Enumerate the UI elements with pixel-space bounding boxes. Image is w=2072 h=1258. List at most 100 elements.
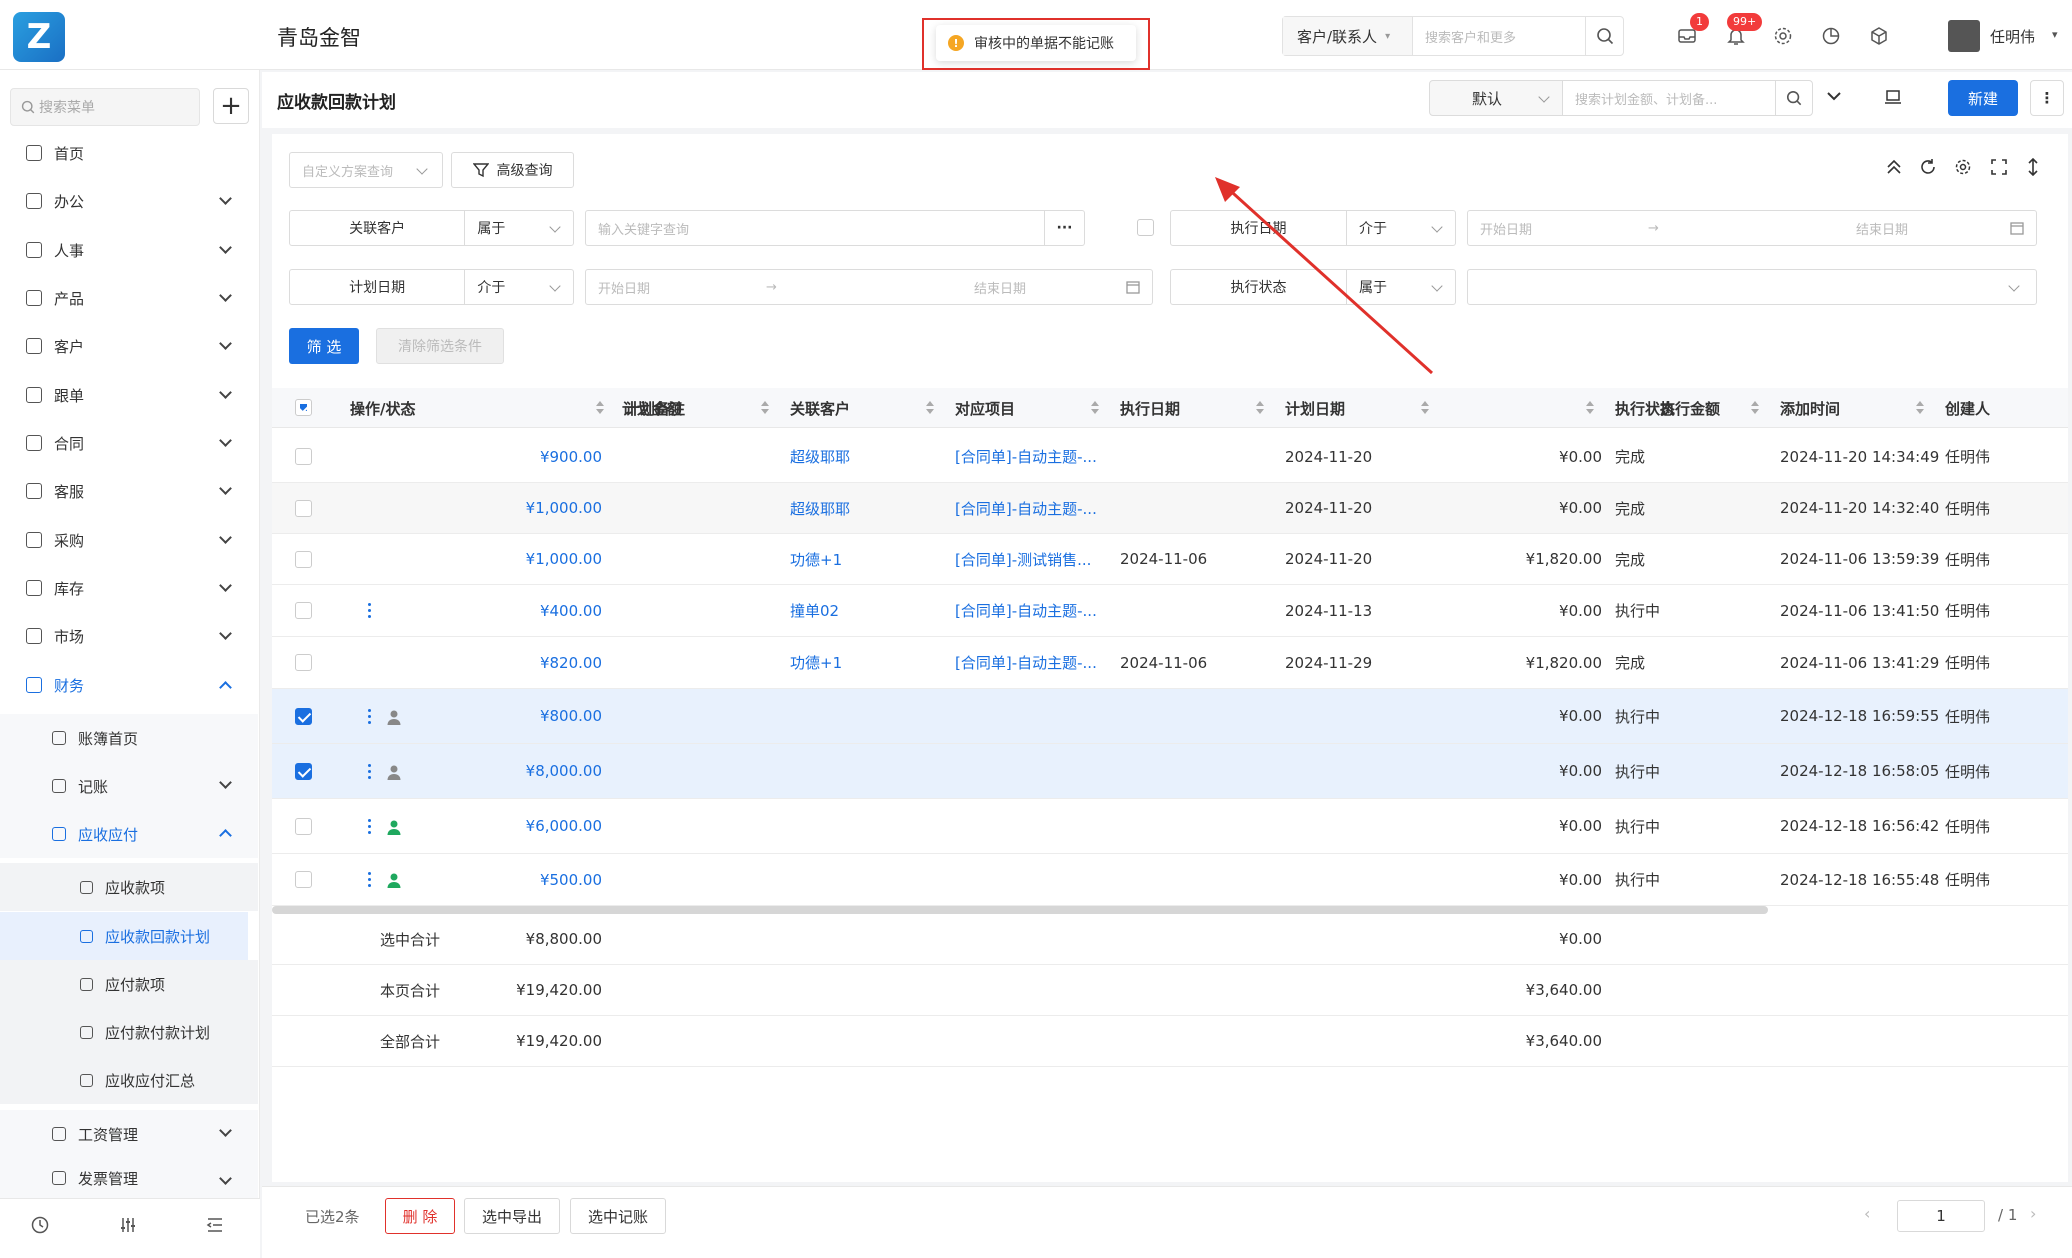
customer-keyword-input[interactable]: 输入关键字查询 ··· [585,210,1085,246]
row-actions-icon[interactable] [368,602,372,620]
col-plan-note[interactable]: 计划备注 [625,388,685,428]
custom-query-select[interactable]: 自定义方案查询 [289,152,443,188]
search-type-select[interactable]: 客户/联系人 ▾ [1283,17,1413,55]
cell-project[interactable] [955,799,1105,853]
print-icon[interactable] [1884,88,1902,106]
customer-op-select[interactable]: 属于 [465,211,573,245]
new-button[interactable]: 新建 [1948,80,2018,116]
row-checkbox[interactable] [295,762,312,780]
approver-icon[interactable] [386,709,402,725]
plan-date-op-select[interactable]: 介于 [465,270,573,304]
search-icon[interactable] [1775,80,1813,116]
cell-project[interactable]: [合同单]-自动主题-... [955,431,1105,482]
plan-date-range[interactable]: 开始日期 → 结束日期 [585,269,1153,305]
plan-search-input[interactable]: 搜索计划金额、计划备... [1562,80,1776,116]
cell-project[interactable]: [合同单]-自动主题-... [955,483,1105,533]
row-checkbox[interactable] [295,871,312,888]
row-checkbox[interactable] [295,817,312,835]
row-actions-icon[interactable] [368,818,372,836]
app-logo[interactable]: Z [13,12,65,62]
prev-page-icon[interactable]: ‹ [1864,1204,1870,1223]
sidebar-item-salary[interactable]: 工资管理 [0,1110,258,1158]
cell-project[interactable]: [合同单]-测试销售... [955,534,1105,584]
table-row[interactable]: ¥820.00 功德+1 [合同单]-自动主题-... 2024-11-06 2024-… [272,637,2068,689]
cell-project[interactable]: [合同单]-自动主题-... [955,585,1105,636]
sidebar-item-purchase[interactable]: 采购 [0,517,258,563]
sidebar-item-product[interactable]: 产品 [0,275,258,321]
cell-customer[interactable]: 功德+1 [790,534,940,584]
cell-amount[interactable]: ¥500.00 [452,854,602,905]
cell-amount[interactable]: ¥6,000.00 [452,799,602,853]
filter-button[interactable]: 筛 选 [289,328,359,364]
sidebar-item-market[interactable]: 市场 [0,613,258,659]
row-actions-icon[interactable] [368,871,372,889]
next-page-icon[interactable]: › [2030,1204,2036,1223]
customer-filter-checkbox[interactable] [1137,219,1154,236]
sidebar-item-customer[interactable]: 客户 [0,323,258,369]
clear-filter-button[interactable]: 清除筛选条件 [376,328,504,364]
delete-button[interactable]: 删 除 [385,1198,455,1234]
table-row[interactable]: ¥900.00 超级耶耶 [合同单]-自动主题-... 2024-11-20 ¥0.00… [272,431,2068,483]
cell-amount[interactable]: ¥820.00 [452,637,602,688]
sidebar-item-arap[interactable]: 应收应付 [0,810,258,858]
more-menu-button[interactable]: ⋮ [2030,80,2064,116]
row-actions-icon[interactable] [368,763,372,781]
column-height-icon[interactable] [2026,158,2040,176]
page-input[interactable]: 1 [1897,1200,1985,1232]
advanced-query-button[interactable]: 高级查询 [451,152,574,188]
approver-icon[interactable] [386,764,402,780]
sidebar-item-followup[interactable]: 跟单 [0,372,258,418]
global-search-input[interactable]: 搜索客户和更多 [1413,27,1585,46]
sidebar-item-service[interactable]: 客服 [0,468,258,514]
row-checkbox[interactable] [295,654,312,671]
chevron-down-icon[interactable]: ▾ [2052,28,2058,41]
history-icon[interactable] [30,1215,50,1235]
row-actions-icon[interactable] [368,708,372,726]
cell-project[interactable]: [合同单]-自动主题-... [955,637,1105,688]
table-row[interactable]: ¥1,000.00 超级耶耶 [合同单]-自动主题-... 2024-11-20 ¥0.… [272,483,2068,534]
sidebar-item-office[interactable]: 办公 [0,178,258,224]
sidebar-item-receivables[interactable]: 应收款项 [0,863,258,911]
sidebar-item-payable-plan[interactable]: 应付款付款计划 [0,1008,258,1056]
row-checkbox[interactable] [295,707,312,725]
row-checkbox[interactable] [295,602,312,619]
cell-amount[interactable]: ¥1,000.00 [452,534,602,584]
table-row[interactable]: ¥400.00 撞单02 [合同单]-自动主题-... 2024-11-13 ¥0.00… [272,585,2068,637]
table-row[interactable]: ¥6,000.00 ¥0.00 执行中 2024-12-18 16:56:42 任明伟 [272,799,2068,854]
sidebar-item-contract[interactable]: 合同 [0,420,258,466]
table-row[interactable]: ¥1,000.00 功德+1 [合同单]-测试销售... 2024-11-06 2024… [272,534,2068,585]
approver-icon[interactable] [386,819,402,835]
add-menu-button[interactable]: + [213,88,249,124]
sidebar-item-home[interactable]: 首页 [0,130,258,176]
cell-customer[interactable]: 功德+1 [790,637,940,688]
sidebar-item-receivable-plan[interactable]: 应收款回款计划 [0,912,248,960]
more-icon[interactable]: ··· [1044,211,1084,245]
cell-amount[interactable]: ¥8,000.00 [452,744,602,798]
row-checkbox[interactable] [295,448,312,465]
sidebar-item-arap-summary[interactable]: 应收应付汇总 [0,1056,258,1104]
menu-search-input[interactable]: 搜索菜单 [10,88,200,126]
col-exec-status[interactable]: 执行状态 [1615,388,1675,428]
select-all-checkbox[interactable] [295,399,312,416]
row-checkbox[interactable] [295,550,312,568]
export-selected-button[interactable]: 选中导出 [464,1198,560,1234]
col-added-time[interactable]: 添加时间 [1780,388,1840,428]
h-scrollbar-thumb[interactable] [272,906,1768,914]
user-name[interactable]: 任明伟 [1990,26,2035,47]
collapse-menu-icon[interactable] [205,1215,225,1235]
record-selected-button[interactable]: 选中记账 [570,1198,666,1234]
cell-customer[interactable] [790,799,940,853]
cell-project[interactable] [955,744,1105,798]
sidebar-item-bookkeeping[interactable]: 记账 [0,762,258,810]
table-row[interactable]: ¥8,000.00 ¥0.00 执行中 2024-12-18 16:58:05 任明伟 [272,744,2068,799]
sidebar-item-ledger-home[interactable]: 账簿首页 [0,714,258,762]
sliders-icon[interactable] [118,1215,138,1235]
cube-icon[interactable] [1869,26,1889,46]
gear-icon[interactable] [1773,26,1793,46]
row-checkbox[interactable] [295,499,312,517]
fullscreen-icon[interactable] [1990,158,2008,176]
chevron-down-icon[interactable] [1826,90,1842,102]
sidebar-item-inventory[interactable]: 库存 [0,565,258,611]
cell-amount[interactable]: ¥900.00 [452,431,602,482]
exec-date-range[interactable]: 开始日期 → 结束日期 [1467,210,2037,246]
